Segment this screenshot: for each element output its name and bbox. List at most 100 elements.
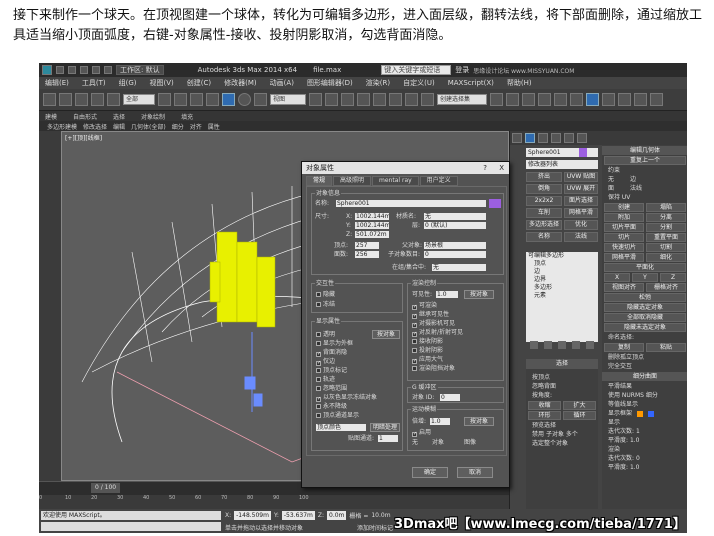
display-as-box-check[interactable]: 显示为外框	[316, 340, 353, 347]
menu-tools[interactable]: 工具(T)	[82, 78, 106, 88]
motion-object-radio[interactable]: 对象	[432, 439, 444, 446]
help-icon[interactable]: ?	[483, 162, 487, 174]
vertex-color-dropdown[interactable]: 顶点颜色	[316, 424, 366, 431]
display-iterations-value[interactable]: 1	[636, 428, 640, 435]
cage-color-2[interactable]	[647, 410, 654, 417]
spinner-snap-icon[interactable]	[405, 93, 418, 106]
backface-cull-check[interactable]: ✓ 背面消隐	[316, 349, 347, 357]
edit-named-sel-icon[interactable]	[421, 93, 434, 106]
maxscript-listener[interactable]: 欢迎使用 MAXScript。	[41, 511, 221, 520]
edit-geometry-title[interactable]: 编辑几何体	[602, 146, 687, 155]
menu-group[interactable]: 组(G)	[119, 78, 137, 88]
display-smoothness-value[interactable]: 1.0	[630, 437, 640, 444]
smooth-result-check[interactable]: 平滑结果	[602, 382, 687, 391]
display-iterations[interactable]: 迭代次数: 1	[602, 427, 687, 436]
viewport-label[interactable]: [+][顶][线框]	[65, 133, 102, 142]
object-name-field[interactable]: Sphere001	[526, 148, 598, 157]
visibility-field[interactable]: 1.0	[436, 291, 458, 298]
show-end-result-icon[interactable]	[544, 341, 552, 349]
tessellate-button[interactable]: 细化	[646, 253, 686, 262]
ignore-extents-check[interactable]: 忽略范围	[316, 385, 347, 392]
remove-modifier-icon[interactable]	[572, 341, 580, 349]
constraint-edge[interactable]: 边	[630, 176, 636, 183]
render-iterations-value[interactable]: 0	[636, 455, 640, 462]
hide-check[interactable]: 隐藏	[316, 291, 335, 298]
slice-button[interactable]: 切片	[604, 233, 644, 242]
constraint-normal[interactable]: 法线	[630, 185, 642, 192]
material-editor-icon[interactable]	[586, 93, 599, 106]
display-smoothness[interactable]: 平滑度: 1.0	[602, 436, 687, 445]
stack-edge[interactable]: 边	[526, 268, 598, 276]
layer-icon[interactable]	[522, 93, 535, 106]
y-coord[interactable]: -53.637m	[281, 511, 315, 520]
x-coord[interactable]: -148.509m	[234, 511, 271, 520]
make-unique-icon[interactable]	[558, 341, 566, 349]
constraint-face[interactable]: 面	[608, 185, 614, 192]
name-field[interactable]: Sphere001	[336, 200, 486, 207]
search-input[interactable]: 键入关键字或短语	[381, 65, 452, 75]
display-tab-icon[interactable]	[564, 133, 574, 143]
visible-to-reflection-check[interactable]: ✓ 对反射/折射可见	[412, 329, 463, 337]
menu-edit[interactable]: 编辑(E)	[45, 78, 69, 88]
menu-modifiers[interactable]: 修改器(M)	[224, 78, 257, 88]
map-channel-field[interactable]: 1	[378, 435, 398, 442]
mod-normal-button[interactable]: 法线	[564, 232, 598, 242]
x-planar-button[interactable]: X	[604, 273, 630, 282]
keyboard-shortcut-icon[interactable]	[341, 93, 354, 106]
render-by-object-button[interactable]: 按对象	[464, 290, 494, 299]
use-nurms-check[interactable]: 使用 NURMS 细分	[602, 391, 687, 400]
mod-optimize-button[interactable]: 优化	[564, 220, 598, 230]
preserve-uv-check[interactable]: 保持 UV	[602, 193, 687, 202]
inherit-visibility-check[interactable]: ✓ 继承可见性	[412, 311, 449, 319]
apply-atmospherics-check[interactable]: ✓ 应用大气	[412, 356, 443, 364]
stack-vertex[interactable]: 顶点	[526, 260, 598, 268]
cage-color-1[interactable]	[636, 410, 643, 417]
unlink-icon[interactable]	[91, 93, 104, 106]
grow-button[interactable]: 扩大	[563, 401, 596, 410]
ribbon-tab-object-paint[interactable]: 对象绘制	[141, 112, 165, 121]
planarize-button[interactable]: 平面化	[604, 263, 686, 272]
meshsmooth-button[interactable]: 网格平滑	[604, 253, 644, 262]
render-iterations[interactable]: 迭代次数: 0	[602, 454, 687, 463]
mirror-icon[interactable]	[490, 93, 503, 106]
percent-snap-icon[interactable]	[389, 93, 402, 106]
stack-editable-poly[interactable]: 可编辑多边形	[526, 252, 598, 260]
stack-border[interactable]: 边界	[526, 276, 598, 284]
motion-none-radio[interactable]: 无	[412, 439, 418, 446]
cancel-button[interactable]: 取消	[457, 467, 493, 478]
ring-button[interactable]: 环形	[528, 411, 561, 420]
preview-subobj[interactable]: 子对象	[546, 431, 564, 438]
ref-coord-dropdown[interactable]: 视图	[270, 94, 306, 105]
login-link[interactable]: 登录	[455, 65, 469, 75]
menu-create[interactable]: 创建(C)	[187, 78, 211, 88]
full-interactivity-check[interactable]: 完全交互	[602, 362, 687, 371]
preview-off[interactable]: 禁用	[532, 431, 544, 438]
rect-select-icon[interactable]	[190, 93, 203, 106]
paste-button[interactable]: 粘贴	[646, 343, 686, 352]
render-smoothness-value[interactable]: 1.0	[630, 464, 640, 471]
move-icon[interactable]	[222, 93, 235, 106]
time-slider-frame[interactable]: 0 / 100	[91, 483, 121, 493]
ribbon-align[interactable]: 对齐	[190, 122, 202, 131]
redo-tool-icon[interactable]	[59, 93, 72, 106]
snap-icon[interactable]	[357, 93, 370, 106]
isoline-display-check[interactable]: 等值线显示	[602, 400, 687, 409]
ribbon-modify-selection[interactable]: 修改选择	[83, 122, 107, 131]
grid-align-button[interactable]: 栅格对齐	[646, 283, 686, 292]
ribbon-subdivision[interactable]: 细分	[172, 122, 184, 131]
menu-help[interactable]: 帮助(H)	[507, 78, 532, 88]
track-bar[interactable]: 0 10 20 30 40 50 60 70 80 90 100	[39, 495, 509, 509]
ribbon-edit[interactable]: 编辑	[113, 122, 125, 131]
curve-editor-icon[interactable]	[554, 93, 567, 106]
selection-rollout-title[interactable]: 选择	[526, 359, 598, 369]
save-icon[interactable]	[80, 66, 88, 74]
select-whole-object-check[interactable]: 选定整个对象	[526, 439, 598, 448]
close-icon[interactable]: X	[499, 162, 504, 174]
repeat-last-button[interactable]: 重复上一个	[604, 156, 686, 165]
attach-button[interactable]: 附加	[604, 213, 644, 222]
utilities-tab-icon[interactable]	[577, 133, 587, 143]
never-degrade-check[interactable]: 永不降级	[316, 403, 347, 410]
hide-unselected-button[interactable]: 隐藏未选定对象	[604, 323, 686, 332]
selection-filter-dropdown[interactable]: 全部	[123, 94, 155, 105]
z-coord[interactable]: 0.0m	[327, 511, 347, 520]
